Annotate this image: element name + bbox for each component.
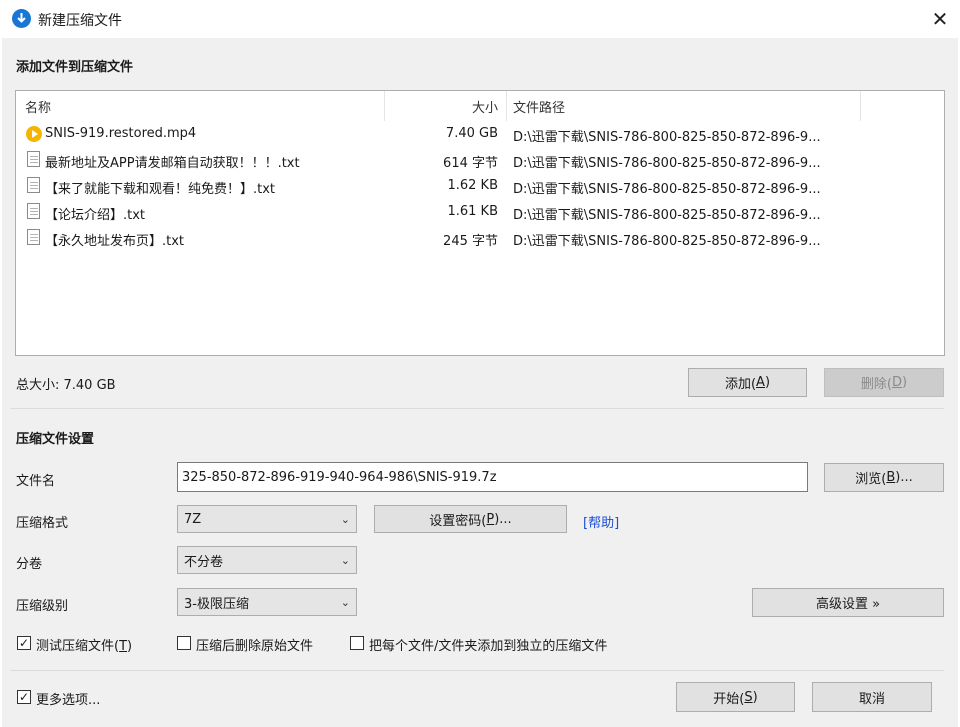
add-files-heading: 添加文件到压缩文件 (16, 60, 134, 75)
delete-after-label: 压缩后删除原始文件 (196, 639, 314, 654)
column-separator (506, 91, 507, 121)
list-item[interactable]: 【永久地址发布页】.txt 245 字节 D:\迅雷下载\SNIS-786-80… (24, 227, 924, 251)
add-button[interactable]: 添加(A) (688, 368, 807, 397)
settings-heading: 压缩文件设置 (16, 432, 95, 447)
file-path: D:\迅雷下载\SNIS-786-800-825-850-872-896-9..… (513, 208, 821, 223)
advanced-settings-button[interactable]: 高级设置 » (752, 588, 944, 617)
file-path: D:\迅雷下载\SNIS-786-800-825-850-872-896-9..… (513, 156, 821, 171)
volume-select[interactable]: 不分卷 ⌄ (177, 546, 357, 574)
separate-archives-label: 把每个文件/文件夹添加到独立的压缩文件 (369, 639, 608, 654)
divider (10, 670, 944, 671)
video-file-icon (26, 126, 42, 142)
test-archive-label: 测试压缩文件(T) (36, 639, 133, 654)
file-size: 1.61 KB (447, 204, 498, 219)
filename-label: 文件名 (16, 474, 56, 489)
divider (10, 408, 944, 409)
filename-input[interactable]: 325-850-872-896-919-940-964-986\SNIS-919… (177, 462, 808, 492)
help-link[interactable]: [帮助] (583, 512, 619, 531)
total-size: 总大小: 7.40 GB (16, 378, 116, 393)
file-list[interactable]: 名称 大小 文件路径 SNIS-919.restored.mp4 7.40 GB… (15, 90, 945, 356)
text-file-icon (27, 151, 40, 167)
separate-archives-checkbox[interactable] (350, 636, 364, 650)
column-separator (860, 91, 861, 121)
file-path: D:\迅雷下载\SNIS-786-800-825-850-872-896-9..… (513, 234, 821, 249)
file-size: 245 字节 (443, 234, 498, 249)
delete-button[interactable]: 删除(D) (824, 368, 944, 397)
file-path: D:\迅雷下载\SNIS-786-800-825-850-872-896-9..… (513, 182, 821, 197)
list-item[interactable]: 最新地址及APP请发邮箱自动获取！！！.txt 614 字节 D:\迅雷下载\S… (24, 149, 924, 173)
file-path: D:\迅雷下载\SNIS-786-800-825-850-872-896-9..… (513, 130, 821, 145)
text-file-icon (27, 229, 40, 245)
file-name: SNIS-919.restored.mp4 (45, 126, 197, 141)
more-options-checkbox[interactable]: ✓ (17, 690, 31, 704)
text-file-icon (27, 177, 40, 193)
file-name: 【永久地址发布页】.txt (45, 234, 185, 249)
column-name-header[interactable]: 名称 (25, 97, 51, 117)
file-size: 7.40 GB (445, 126, 498, 141)
column-path-header[interactable]: 文件路径 (513, 97, 565, 117)
chevron-down-icon: ⌄ (340, 596, 350, 609)
text-file-icon (27, 203, 40, 219)
volume-label: 分卷 (16, 557, 43, 572)
delete-after-checkbox[interactable] (177, 636, 191, 650)
file-name: 【来了就能下载和观看！纯免费！】.txt (45, 182, 276, 197)
browse-button[interactable]: 浏览(B)... (824, 463, 944, 492)
file-name: 最新地址及APP请发邮箱自动获取！！！.txt (45, 156, 300, 171)
set-password-button[interactable]: 设置密码(P)... (374, 505, 567, 533)
close-icon[interactable]: ✕ (922, 2, 958, 36)
list-item[interactable]: 【来了就能下载和观看！纯免费！】.txt 1.62 KB D:\迅雷下载\SNI… (24, 175, 924, 199)
chevron-down-icon: ⌄ (340, 513, 350, 526)
window-title: 新建压缩文件 (38, 13, 122, 29)
cancel-button[interactable]: 取消 (812, 682, 932, 712)
title-bar: 新建压缩文件 ✕ (0, 0, 960, 38)
app-icon (12, 9, 31, 28)
file-name: 【论坛介绍】.txt (45, 208, 146, 223)
column-size-header[interactable]: 大小 (386, 97, 498, 117)
level-label: 压缩级别 (16, 599, 69, 614)
test-archive-checkbox[interactable]: ✓ (17, 636, 31, 650)
column-separator (384, 91, 385, 121)
format-select[interactable]: 7Z ⌄ (177, 505, 357, 533)
format-label: 压缩格式 (16, 516, 69, 531)
more-options-label: 更多选项... (36, 693, 101, 708)
start-button[interactable]: 开始(S) (676, 682, 795, 712)
level-select[interactable]: 3-极限压缩 ⌄ (177, 588, 357, 616)
file-size: 1.62 KB (447, 178, 498, 193)
chevron-down-icon: ⌄ (340, 554, 350, 567)
list-item[interactable]: SNIS-919.restored.mp4 7.40 GB D:\迅雷下载\SN… (24, 123, 924, 147)
list-item[interactable]: 【论坛介绍】.txt 1.61 KB D:\迅雷下载\SNIS-786-800-… (24, 201, 924, 225)
file-size: 614 字节 (443, 156, 498, 171)
